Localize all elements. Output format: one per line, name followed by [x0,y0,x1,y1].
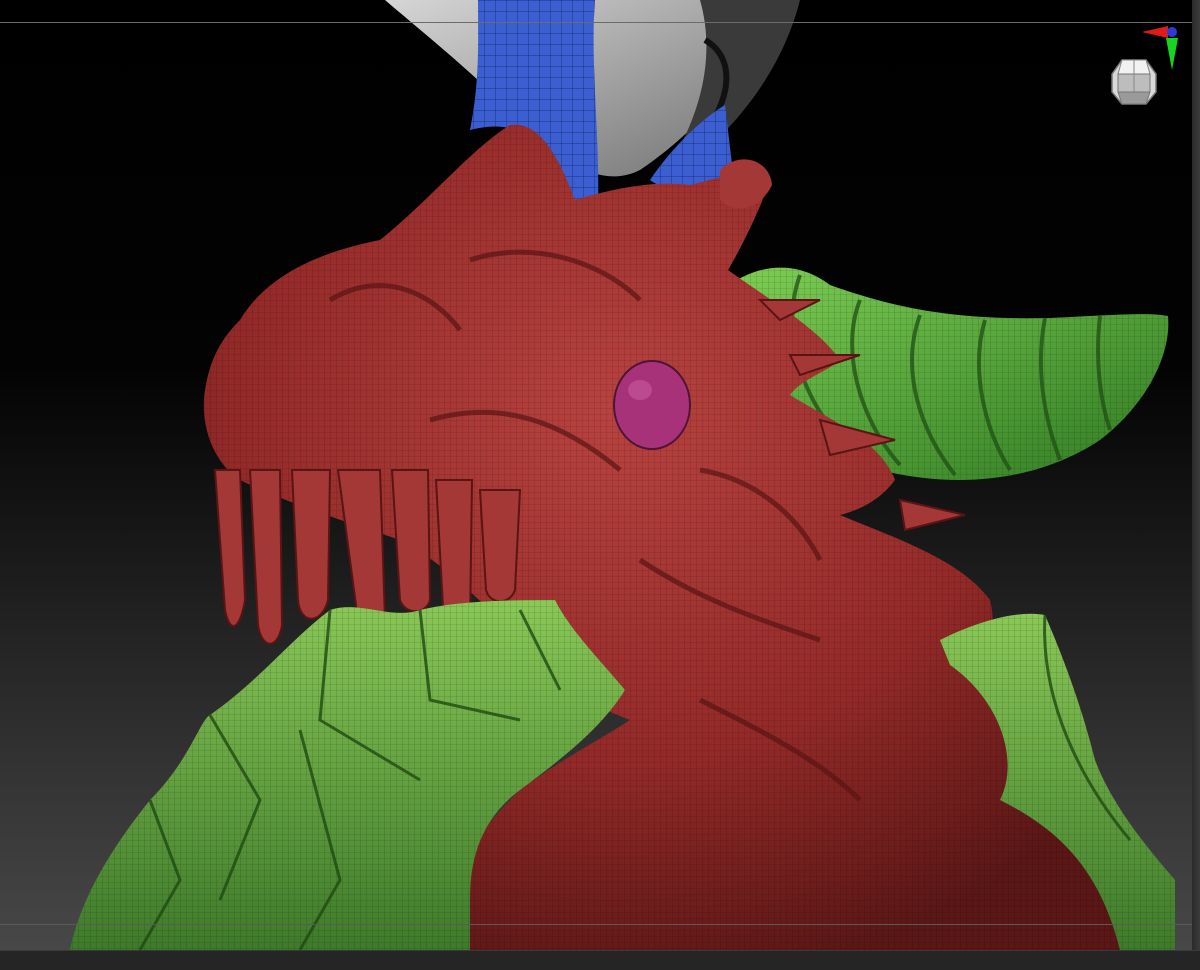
status-bar [0,950,1200,970]
3d-viewport[interactable] [0,0,1200,970]
viewport-frame-top [0,22,1200,23]
sculpt-model[interactable] [0,0,1200,970]
viewport-right-border [1192,0,1200,970]
viewport-frame-bottom [0,924,1200,925]
navigation-cube-icon[interactable] [1108,56,1160,108]
dragon-eye [613,360,691,450]
